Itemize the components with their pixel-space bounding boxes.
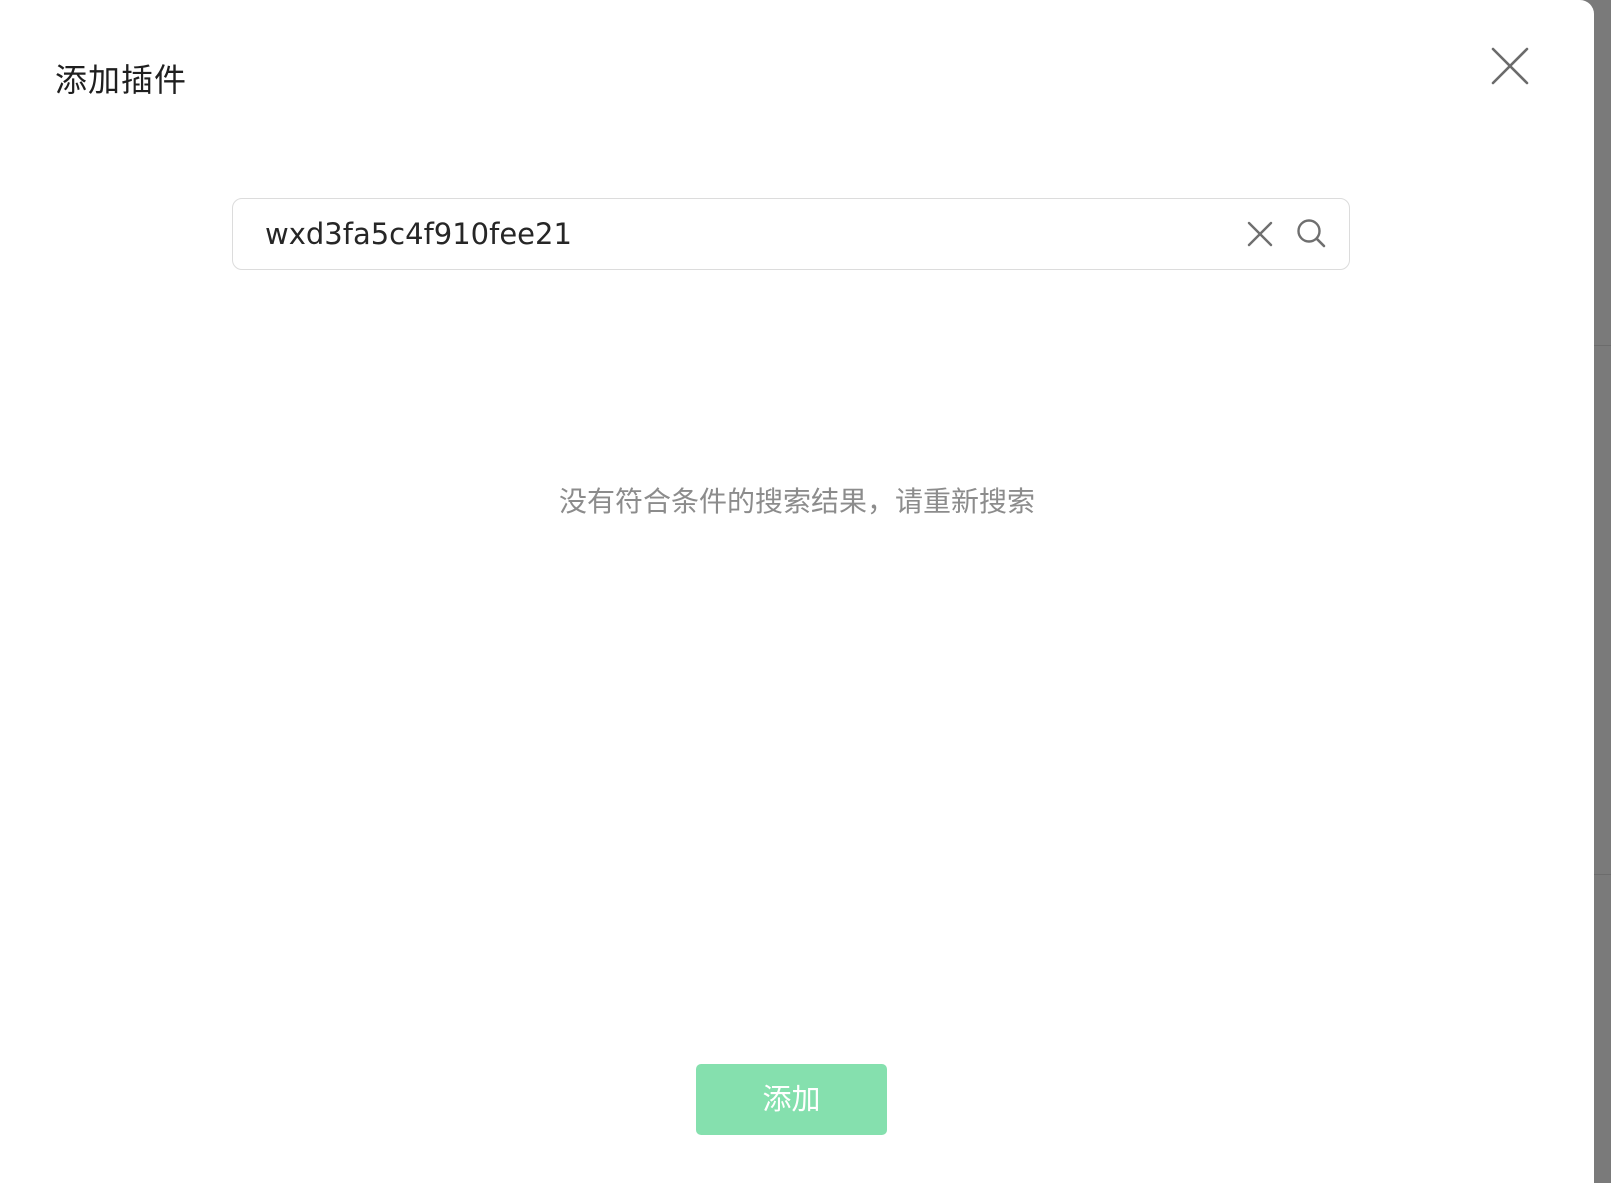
search-input[interactable] [265,199,1205,268]
search-button[interactable] [1295,217,1329,251]
dialog-title: 添加插件 [55,61,188,99]
close-button[interactable] [1488,44,1532,88]
search-icon [1297,219,1326,248]
add-button[interactable]: 添加 [696,1064,887,1135]
backdrop-divider [1593,874,1611,875]
clear-search-button[interactable] [1245,219,1275,249]
search-box [232,198,1350,270]
close-icon [1491,47,1529,85]
add-plugin-dialog: 添加插件 没有符合条件的搜索结果，请重新搜索 添加 [0,0,1594,1183]
clear-icon [1247,221,1273,247]
backdrop-divider [1593,345,1611,346]
empty-results-message: 没有符合条件的搜索结果，请重新搜索 [558,485,1035,518]
